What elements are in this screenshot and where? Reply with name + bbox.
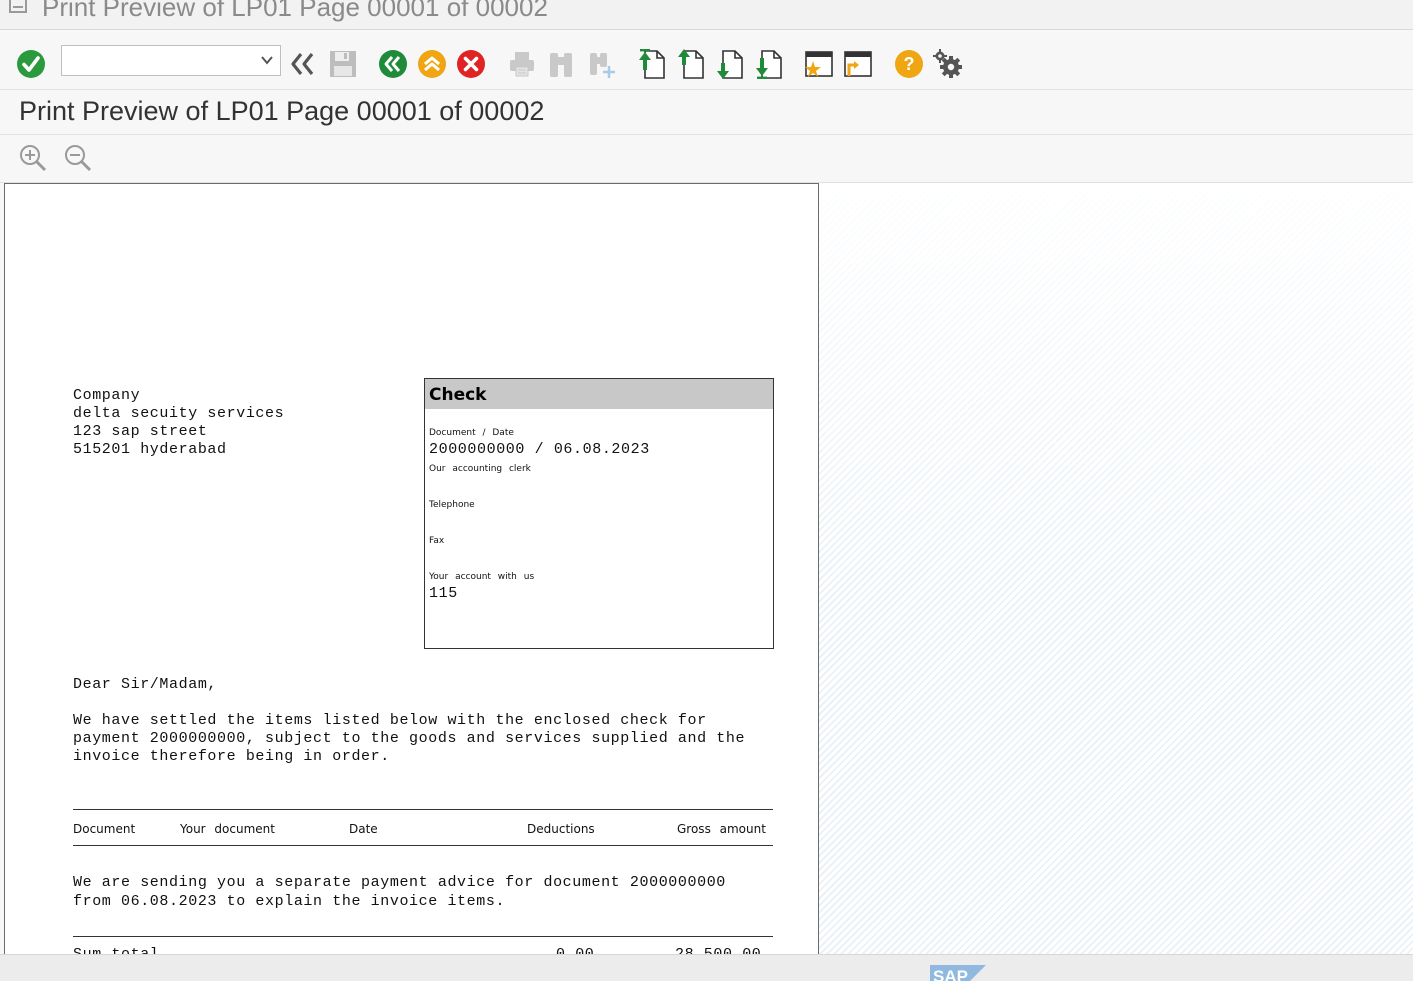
previous-page-icon	[678, 49, 704, 79]
sum-gross: 28,500.00	[675, 946, 761, 954]
account-value: 115	[429, 585, 458, 602]
first-page-button[interactable]	[635, 47, 669, 81]
col-header-gross-amount: Gross amount	[677, 822, 766, 836]
fax-label: Fax	[429, 536, 445, 546]
exit-button[interactable]	[415, 47, 449, 81]
zoom-in-icon[interactable]	[18, 143, 48, 173]
next-page-button[interactable]	[713, 47, 747, 81]
clerk-label: Our accounting clerk	[429, 464, 531, 474]
address-street: 123 sap street	[73, 423, 208, 440]
settings-button[interactable]	[931, 47, 965, 81]
sum-rule	[73, 936, 773, 937]
document-page[interactable]: Company delta secuity services 123 sap s…	[4, 183, 819, 954]
printer-icon	[510, 52, 534, 77]
command-input[interactable]	[66, 50, 246, 72]
generate-shortcut-button[interactable]	[841, 47, 875, 81]
last-page-button[interactable]	[752, 47, 786, 81]
status-bar: SAP	[0, 954, 1413, 981]
gear-icon	[933, 49, 962, 78]
zoom-toolbar	[0, 136, 1413, 183]
col-header-your-document: Your document	[180, 822, 275, 836]
back-button[interactable]	[376, 47, 410, 81]
print-preview-icon	[9, 0, 27, 13]
table-top-rule	[73, 809, 773, 810]
svg-text:?: ?	[904, 54, 915, 74]
sap-logo-icon: SAP	[930, 965, 986, 981]
cancel-button[interactable]	[454, 47, 488, 81]
body-line: invoice therefore being in order.	[73, 748, 390, 765]
check-box-title: Check	[429, 385, 487, 405]
binoculars-icon	[550, 53, 572, 77]
find-button[interactable]	[544, 47, 578, 81]
check-box-header: Check	[425, 379, 773, 409]
col-header-document: Document	[73, 822, 136, 836]
help-button[interactable]: ?	[892, 47, 926, 81]
address-name: delta secuity services	[73, 405, 285, 422]
double-chevron-left-icon	[291, 53, 314, 75]
account-label: Your account with us	[429, 572, 535, 582]
page-title: Print Preview of LP01 Page 00001 of 0000…	[19, 96, 545, 126]
command-field-toggle[interactable]	[285, 47, 319, 81]
chevron-down-icon[interactable]	[260, 53, 274, 67]
green-back-icon	[379, 50, 407, 78]
first-page-icon	[639, 49, 665, 79]
previous-page-button[interactable]	[674, 47, 708, 81]
window-arrow-icon	[844, 51, 872, 77]
green-check-icon	[17, 50, 45, 78]
advice-line: from 06.08.2023 to explain the invoice i…	[73, 893, 506, 910]
table-header-rule	[73, 845, 773, 846]
floppy-disk-icon	[330, 51, 356, 77]
address-company: Company	[73, 387, 141, 404]
doc-date-value: 2000000000 / 06.08.2023	[429, 441, 650, 458]
find-next-button[interactable]	[584, 47, 618, 81]
window-title-bar: Print Preview of LP01 Page 00001 of 0000…	[0, 0, 1413, 30]
create-session-button[interactable]	[802, 47, 836, 81]
help-icon: ?	[895, 50, 923, 78]
enter-button[interactable]	[14, 47, 48, 81]
sum-deductions: 0.00	[556, 946, 594, 954]
body-line: payment 2000000000, subject to the goods…	[73, 730, 746, 747]
window-title: Print Preview of LP01 Page 00001 of 0000…	[42, 0, 548, 22]
sum-total-label: Sum total	[73, 946, 159, 954]
print-button[interactable]	[505, 47, 539, 81]
check-info-box: Check Document / Date 2000000000 / 06.08…	[424, 378, 774, 649]
binoculars-plus-icon	[590, 53, 615, 78]
red-cancel-icon	[457, 50, 485, 78]
application-toolbar: ?	[0, 31, 1413, 89]
svg-text:SAP: SAP	[933, 967, 968, 981]
last-page-icon	[756, 50, 782, 79]
col-header-date: Date	[349, 822, 378, 836]
body-line: We have settled the items listed below w…	[73, 712, 707, 729]
next-page-icon	[717, 50, 743, 79]
salutation: Dear Sir/Madam,	[73, 676, 218, 693]
doc-date-label: Document / Date	[429, 428, 514, 438]
col-header-deductions: Deductions	[527, 822, 595, 836]
telephone-label: Telephone	[429, 500, 475, 510]
zoom-out-icon[interactable]	[63, 143, 93, 173]
command-field[interactable]	[61, 45, 281, 76]
page-title-bar: Print Preview of LP01 Page 00001 of 0000…	[0, 89, 1413, 135]
new-window-star-icon	[805, 51, 833, 77]
preview-area: Company delta secuity services 123 sap s…	[0, 183, 1413, 954]
address-city: 515201 hyderabad	[73, 441, 227, 458]
save-button[interactable]	[326, 47, 360, 81]
orange-up-icon	[418, 50, 446, 78]
advice-line: We are sending you a separate payment ad…	[73, 874, 726, 891]
